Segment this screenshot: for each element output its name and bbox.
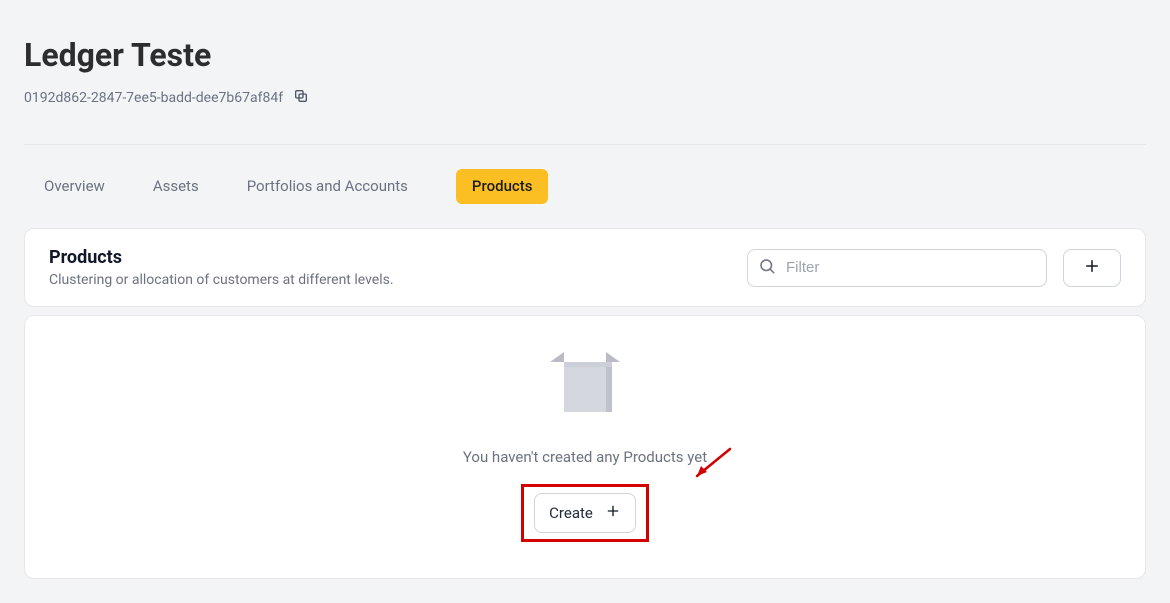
products-section-subtitle: Clustering or allocation of customers at…: [49, 272, 394, 288]
plus-icon: [1083, 257, 1101, 279]
products-empty-card: You haven't created any Products yet Cre…: [24, 315, 1146, 579]
entity-id-text: 0192d862-2847-7ee5-badd-dee7b67af84f: [24, 90, 283, 106]
entity-id-row: 0192d862-2847-7ee5-badd-dee7b67af84f: [24, 88, 1146, 108]
create-button[interactable]: Create: [534, 493, 636, 533]
products-heading-block: Products Clustering or allocation of cus…: [49, 247, 394, 288]
tab-overview[interactable]: Overview: [44, 179, 105, 194]
tab-products[interactable]: Products: [456, 169, 549, 204]
annotation-highlight-box: Create: [521, 484, 649, 542]
filter-input[interactable]: [784, 258, 1036, 277]
filter-input-wrapper[interactable]: [747, 249, 1047, 287]
copy-icon[interactable]: [293, 88, 309, 108]
search-icon: [758, 257, 776, 279]
empty-state-text: You haven't created any Products yet: [463, 448, 707, 466]
products-section-title: Products: [49, 247, 394, 268]
tabs: Overview Assets Portfolios and Accounts …: [24, 145, 1146, 228]
tab-portfolios[interactable]: Portfolios and Accounts: [247, 179, 408, 194]
page-title: Ledger Teste: [24, 36, 1146, 74]
tab-assets[interactable]: Assets: [153, 179, 199, 194]
create-button-label: Create: [549, 504, 593, 522]
empty-box-icon: [540, 352, 630, 426]
plus-icon: [605, 503, 621, 523]
add-product-button[interactable]: [1063, 249, 1121, 287]
products-header-card: Products Clustering or allocation of cus…: [24, 228, 1146, 307]
